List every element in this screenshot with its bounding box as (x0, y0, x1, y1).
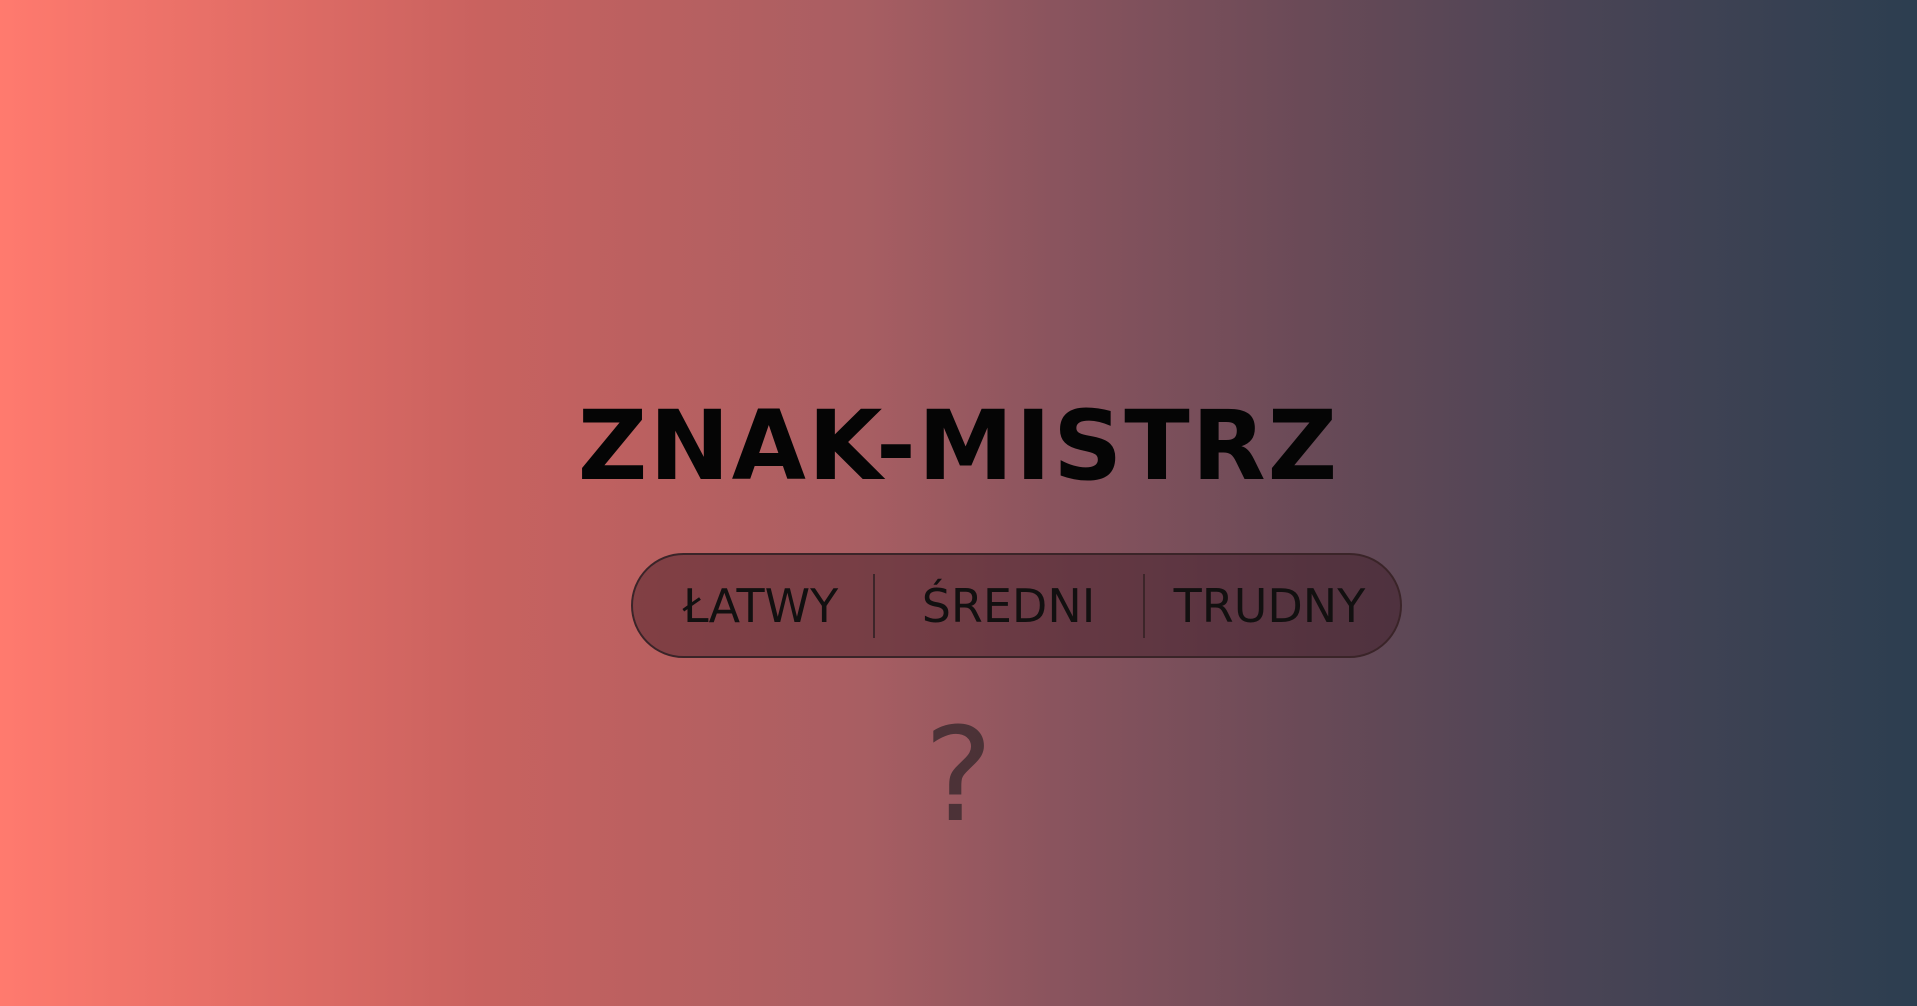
difficulty-selector: ŁATWY ŚREDNI TRUDNY (631, 553, 1402, 658)
difficulty-medium-button[interactable]: ŚREDNI (875, 555, 1143, 656)
difficulty-hard-button[interactable]: TRUDNY (1145, 555, 1395, 656)
app-title: ZNAK-MISTRZ (577, 390, 1340, 502)
difficulty-easy-button[interactable]: ŁATWY (639, 555, 873, 656)
question-mark-icon: ? (924, 699, 993, 851)
